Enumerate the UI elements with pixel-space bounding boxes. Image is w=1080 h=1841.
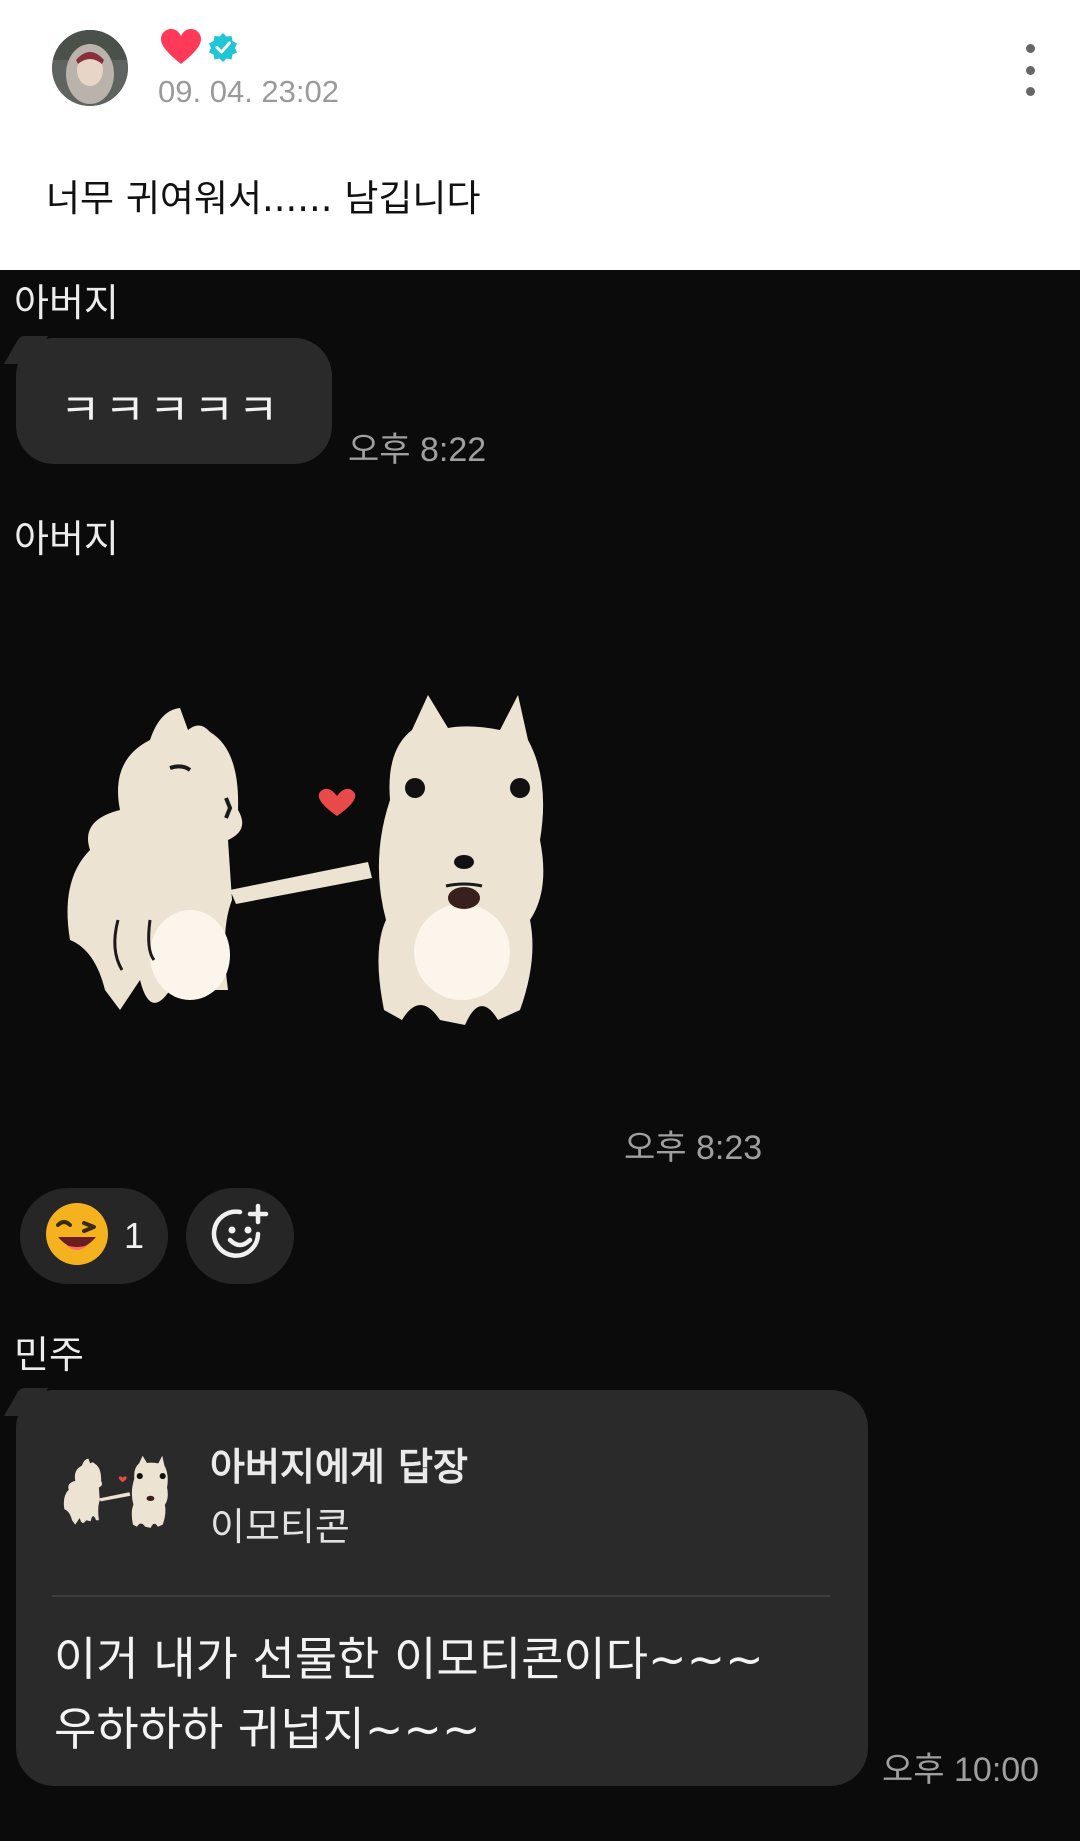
reply-divider	[52, 1595, 830, 1597]
avatar[interactable]	[52, 30, 128, 106]
message-time: 오후 8:23	[624, 1129, 763, 1167]
more-dot-icon	[1025, 65, 1035, 75]
heart-icon	[160, 28, 202, 70]
more-dot-icon	[1025, 87, 1035, 96]
message-line: 우하하하 귀넙지~~~	[54, 1702, 481, 1756]
sender-name: 아버지	[14, 517, 119, 561]
message-line: 이거 내가 선물한 이모티콘이다~~~	[54, 1632, 764, 1686]
post-caption: 너무 귀여워서...... 남깁니다	[46, 177, 481, 220]
post-date: 09. 04. 23:02	[158, 74, 339, 109]
add-reaction-icon	[208, 1202, 272, 1270]
post-header: 09. 04. 23:02 너무 귀여워서...... 남깁니다	[0, 0, 1080, 270]
message-bubble[interactable]: ㅋㅋㅋㅋㅋ	[16, 338, 332, 464]
chat-screenshot: 아버지 ㅋㅋㅋㅋㅋ 오후 8:22 아버지 오후 8:23 1 민주 아버지에게…	[0, 270, 1080, 1841]
more-options-button[interactable]	[1010, 44, 1050, 96]
more-dot-icon	[1025, 44, 1035, 53]
sender-name: 아버지	[14, 281, 119, 325]
reaction-count: 1	[123, 1215, 145, 1256]
message-time: 오후 8:22	[348, 431, 487, 469]
reply-target: 아버지에게 답장	[210, 1445, 468, 1489]
two-cats-sticker[interactable]	[50, 690, 590, 1050]
add-reaction-button[interactable]	[186, 1188, 294, 1284]
laughing-emoji-icon	[44, 1201, 110, 1271]
sender-name: 민주	[14, 1333, 84, 1377]
verified-badge-icon	[208, 32, 238, 66]
author-name-row	[160, 28, 238, 70]
reaction-chip[interactable]: 1	[20, 1188, 168, 1284]
reply-type: 이모티콘	[210, 1505, 350, 1549]
reply-message-bubble[interactable]: 아버지에게 답장 이모티콘 이거 내가 선물한 이모티콘이다~~~ 우하하하 귀…	[16, 1390, 868, 1786]
message-text: 이거 내가 선물한 이모티콘이다~~~ 우하하하 귀넙지~~~	[54, 1624, 854, 1764]
message-text: ㅋㅋㅋㅋㅋ	[60, 385, 283, 436]
message-time: 오후 10:00	[882, 1751, 1040, 1789]
sticker-thumbnail	[60, 1452, 178, 1536]
